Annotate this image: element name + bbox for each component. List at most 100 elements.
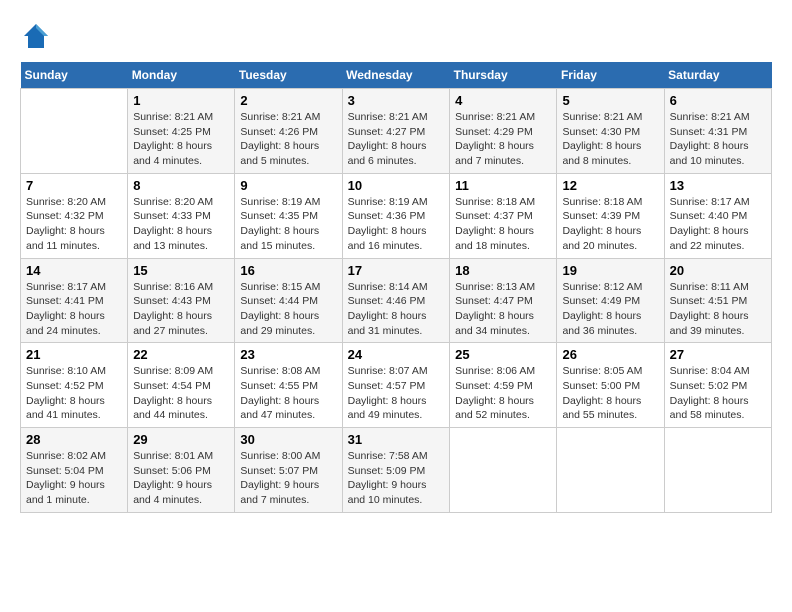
calendar-cell xyxy=(450,428,557,513)
day-info: Sunrise: 8:11 AMSunset: 4:51 PMDaylight:… xyxy=(670,280,766,339)
day-number: 11 xyxy=(455,178,551,193)
calendar-cell: 22 Sunrise: 8:09 AMSunset: 4:54 PMDayligh… xyxy=(128,343,235,428)
page-container: SundayMondayTuesdayWednesdayThursdayFrid… xyxy=(20,20,772,513)
calendar-cell: 21Sunrise: 8:10 AMSunset: 4:52 PMDayligh… xyxy=(21,343,128,428)
calendar-cell: 6Sunrise: 8:21 AMSunset: 4:31 PMDaylight… xyxy=(664,89,771,174)
day-info: Sunrise: 8:15 AMSunset: 4:44 PMDaylight:… xyxy=(240,280,336,339)
weekday-header: Wednesday xyxy=(342,62,450,89)
day-info: Sunrise: 8:16 AMSunset: 4:43 PMDaylight:… xyxy=(133,280,229,339)
day-number: 21 xyxy=(26,347,122,362)
day-number: 24 xyxy=(348,347,445,362)
calendar-cell: 16 Sunrise: 8:15 AMSunset: 4:44 PMDayligh… xyxy=(235,258,342,343)
day-number: 1 xyxy=(133,93,229,108)
calendar-cell: 19Sunrise: 8:12 AMSunset: 4:49 PMDayligh… xyxy=(557,258,664,343)
weekday-header: Saturday xyxy=(664,62,771,89)
weekday-header: Thursday xyxy=(450,62,557,89)
calendar-week-row: 28Sunrise: 8:02 AMSunset: 5:04 PMDayligh… xyxy=(21,428,772,513)
page-header xyxy=(20,20,772,52)
calendar-cell: 26 Sunrise: 8:05 AMSunset: 5:00 PMDayligh… xyxy=(557,343,664,428)
day-info: Sunrise: 8:21 AMSunset: 4:31 PMDaylight:… xyxy=(670,110,766,169)
weekday-header: Friday xyxy=(557,62,664,89)
calendar-cell: 28Sunrise: 8:02 AMSunset: 5:04 PMDayligh… xyxy=(21,428,128,513)
calendar-week-row: 14 Sunrise: 8:17 AMSunset: 4:41 PMDayligh… xyxy=(21,258,772,343)
day-number: 2 xyxy=(240,93,336,108)
day-info: Sunrise: 8:05 AMSunset: 5:00 PMDaylight:… xyxy=(562,364,658,423)
calendar-cell xyxy=(557,428,664,513)
calendar-week-row: 1 Sunrise: 8:21 AMSunset: 4:25 PMDaylight… xyxy=(21,89,772,174)
day-number: 27 xyxy=(670,347,766,362)
day-info: Sunrise: 8:18 AMSunset: 4:37 PMDaylight:… xyxy=(455,195,551,254)
calendar-week-row: 21Sunrise: 8:10 AMSunset: 4:52 PMDayligh… xyxy=(21,343,772,428)
day-info: Sunrise: 8:00 AMSunset: 5:07 PMDaylight:… xyxy=(240,449,336,508)
logo-icon xyxy=(20,20,52,52)
day-number: 22 xyxy=(133,347,229,362)
day-number: 4 xyxy=(455,93,551,108)
calendar-cell: 20Sunrise: 8:11 AMSunset: 4:51 PMDayligh… xyxy=(664,258,771,343)
calendar-cell: 30 Sunrise: 8:00 AMSunset: 5:07 PMDayligh… xyxy=(235,428,342,513)
calendar-cell: 1 Sunrise: 8:21 AMSunset: 4:25 PMDaylight… xyxy=(128,89,235,174)
calendar-cell: 14 Sunrise: 8:17 AMSunset: 4:41 PMDayligh… xyxy=(21,258,128,343)
day-number: 12 xyxy=(562,178,658,193)
calendar-cell: 31 Sunrise: 7:58 AMSunset: 5:09 PMDayligh… xyxy=(342,428,450,513)
day-number: 10 xyxy=(348,178,445,193)
calendar-cell: 24 Sunrise: 8:07 AMSunset: 4:57 PMDayligh… xyxy=(342,343,450,428)
day-info: Sunrise: 8:09 AMSunset: 4:54 PMDaylight:… xyxy=(133,364,229,423)
day-number: 23 xyxy=(240,347,336,362)
calendar-cell: 18 Sunrise: 8:13 AMSunset: 4:47 PMDayligh… xyxy=(450,258,557,343)
weekday-header: Sunday xyxy=(21,62,128,89)
day-info: Sunrise: 8:21 AMSunset: 4:29 PMDaylight:… xyxy=(455,110,551,169)
calendar-cell: 5 Sunrise: 8:21 AMSunset: 4:30 PMDaylight… xyxy=(557,89,664,174)
day-number: 16 xyxy=(240,263,336,278)
calendar-table: SundayMondayTuesdayWednesdayThursdayFrid… xyxy=(20,62,772,513)
day-number: 31 xyxy=(348,432,445,447)
calendar-cell: 13 Sunrise: 8:17 AMSunset: 4:40 PMDayligh… xyxy=(664,173,771,258)
day-number: 7 xyxy=(26,178,122,193)
calendar-cell: 9 Sunrise: 8:19 AMSunset: 4:35 PMDaylight… xyxy=(235,173,342,258)
weekday-header: Monday xyxy=(128,62,235,89)
day-info: Sunrise: 8:19 AMSunset: 4:36 PMDaylight:… xyxy=(348,195,445,254)
day-info: Sunrise: 8:18 AMSunset: 4:39 PMDaylight:… xyxy=(562,195,658,254)
day-info: Sunrise: 8:20 AMSunset: 4:32 PMDaylight:… xyxy=(26,195,122,254)
day-info: Sunrise: 8:07 AMSunset: 4:57 PMDaylight:… xyxy=(348,364,445,423)
day-info: Sunrise: 8:04 AMSunset: 5:02 PMDaylight:… xyxy=(670,364,766,423)
calendar-cell: 17 Sunrise: 8:14 AMSunset: 4:46 PMDayligh… xyxy=(342,258,450,343)
day-number: 29 xyxy=(133,432,229,447)
day-info: Sunrise: 8:19 AMSunset: 4:35 PMDaylight:… xyxy=(240,195,336,254)
day-number: 13 xyxy=(670,178,766,193)
day-info: Sunrise: 8:17 AMSunset: 4:41 PMDaylight:… xyxy=(26,280,122,339)
day-number: 3 xyxy=(348,93,445,108)
day-info: Sunrise: 8:17 AMSunset: 4:40 PMDaylight:… xyxy=(670,195,766,254)
day-info: Sunrise: 8:12 AMSunset: 4:49 PMDaylight:… xyxy=(562,280,658,339)
calendar-cell: 7 Sunrise: 8:20 AMSunset: 4:32 PMDaylight… xyxy=(21,173,128,258)
day-number: 25 xyxy=(455,347,551,362)
calendar-cell: 27 Sunrise: 8:04 AMSunset: 5:02 PMDayligh… xyxy=(664,343,771,428)
day-number: 30 xyxy=(240,432,336,447)
calendar-cell: 8 Sunrise: 8:20 AMSunset: 4:33 PMDaylight… xyxy=(128,173,235,258)
calendar-cell: 10 Sunrise: 8:19 AMSunset: 4:36 PMDayligh… xyxy=(342,173,450,258)
calendar-cell: 15Sunrise: 8:16 AMSunset: 4:43 PMDayligh… xyxy=(128,258,235,343)
calendar-cell: 23 Sunrise: 8:08 AMSunset: 4:55 PMDayligh… xyxy=(235,343,342,428)
day-info: Sunrise: 7:58 AMSunset: 5:09 PMDaylight:… xyxy=(348,449,445,508)
day-number: 14 xyxy=(26,263,122,278)
day-number: 17 xyxy=(348,263,445,278)
calendar-cell: 29Sunrise: 8:01 AMSunset: 5:06 PMDayligh… xyxy=(128,428,235,513)
day-number: 9 xyxy=(240,178,336,193)
day-info: Sunrise: 8:08 AMSunset: 4:55 PMDaylight:… xyxy=(240,364,336,423)
day-number: 5 xyxy=(562,93,658,108)
header-row: SundayMondayTuesdayWednesdayThursdayFrid… xyxy=(21,62,772,89)
day-info: Sunrise: 8:21 AMSunset: 4:26 PMDaylight:… xyxy=(240,110,336,169)
day-info: Sunrise: 8:21 AMSunset: 4:30 PMDaylight:… xyxy=(562,110,658,169)
day-info: Sunrise: 8:20 AMSunset: 4:33 PMDaylight:… xyxy=(133,195,229,254)
calendar-week-row: 7 Sunrise: 8:20 AMSunset: 4:32 PMDaylight… xyxy=(21,173,772,258)
calendar-cell: 3 Sunrise: 8:21 AMSunset: 4:27 PMDaylight… xyxy=(342,89,450,174)
logo xyxy=(20,20,56,52)
day-info: Sunrise: 8:14 AMSunset: 4:46 PMDaylight:… xyxy=(348,280,445,339)
day-number: 18 xyxy=(455,263,551,278)
day-number: 26 xyxy=(562,347,658,362)
day-number: 8 xyxy=(133,178,229,193)
day-info: Sunrise: 8:21 AMSunset: 4:27 PMDaylight:… xyxy=(348,110,445,169)
day-info: Sunrise: 8:21 AMSunset: 4:25 PMDaylight:… xyxy=(133,110,229,169)
calendar-cell xyxy=(664,428,771,513)
calendar-cell: 4 Sunrise: 8:21 AMSunset: 4:29 PMDaylight… xyxy=(450,89,557,174)
day-info: Sunrise: 8:13 AMSunset: 4:47 PMDaylight:… xyxy=(455,280,551,339)
